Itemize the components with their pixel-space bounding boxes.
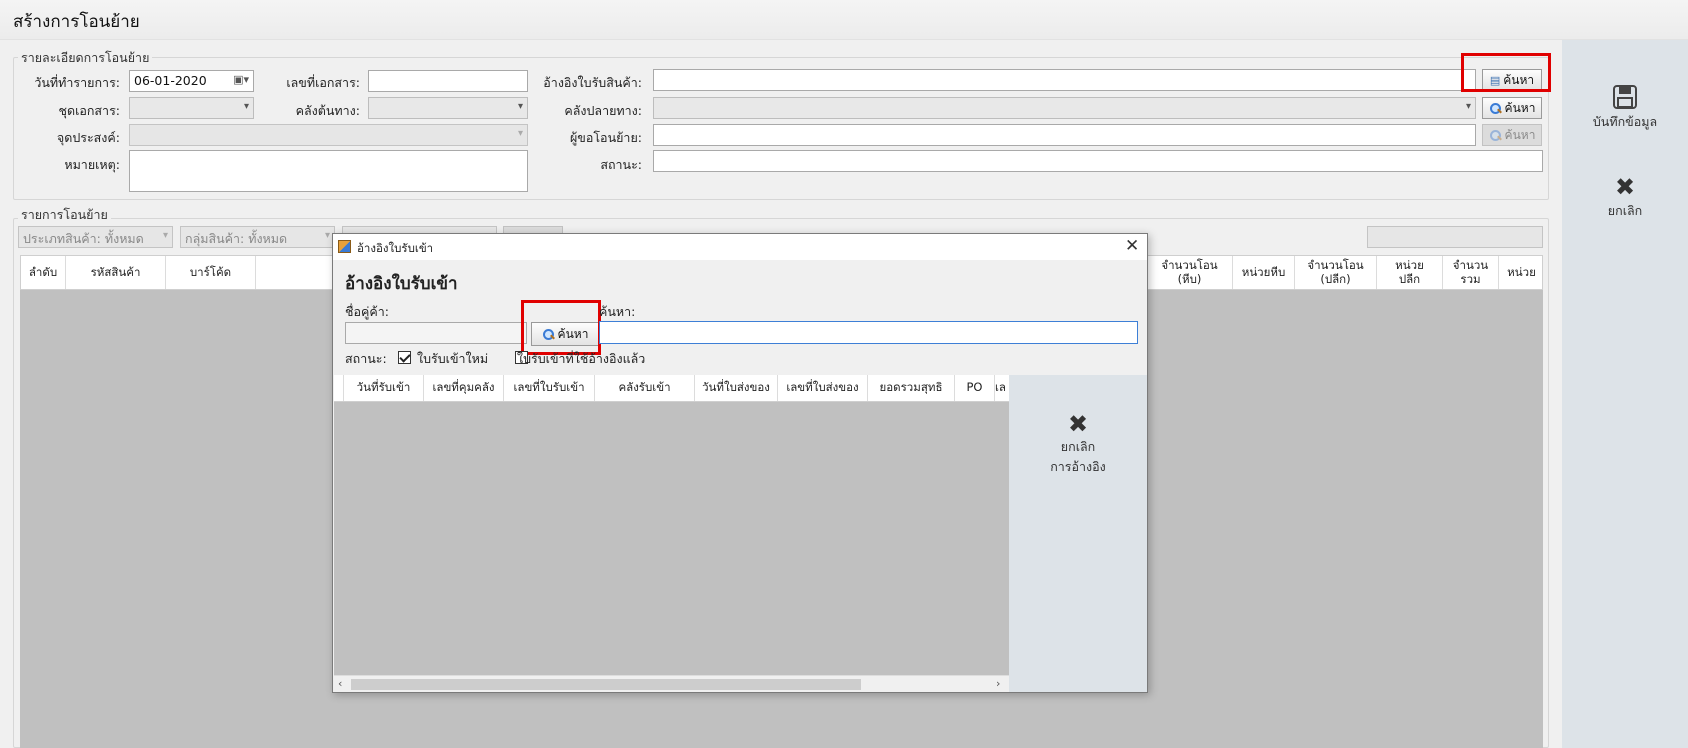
highlight-box bbox=[521, 300, 601, 355]
save-icon bbox=[1613, 85, 1637, 109]
dialog-action-panel: ✖ ยกเลิก การอ้างอิง bbox=[1009, 375, 1147, 692]
reference-dialog: อ้างอิงใบรับเข้า ✕ อ้างอิงใบรับเข้า ชื่อ… bbox=[332, 233, 1148, 693]
col-header[interactable]: จำนวนโอน (หีบ) bbox=[1147, 256, 1233, 289]
chevron-down-icon: ▾ bbox=[162, 230, 168, 241]
doc-no-label: เลขที่เอกสาร: bbox=[286, 75, 360, 90]
horizontal-scrollbar[interactable]: ‹ › bbox=[334, 675, 1009, 692]
col-header[interactable]: ยอดรวมสุทธิ bbox=[868, 375, 955, 401]
chevron-right-icon[interactable]: › bbox=[996, 677, 1000, 690]
dialog-window-title: อ้างอิงใบรับเข้า bbox=[357, 241, 434, 255]
col-header[interactable]: จำนวนโอน (ปลีก) bbox=[1295, 256, 1377, 289]
vendor-label: ชื่อคู่ค้า: bbox=[345, 304, 389, 319]
purpose-select: ▾ bbox=[129, 124, 528, 146]
status-used-label: ใบรับเข้าที่ใช้อ้างอิงแล้ว bbox=[517, 351, 646, 366]
status-label: สถานะ: bbox=[600, 157, 642, 172]
dialog-search-input[interactable] bbox=[599, 321, 1138, 344]
product-type-filter[interactable]: ประเภทสินค้า: ทั้งหมด ▾ bbox=[18, 226, 173, 248]
save-button[interactable]: บันทึกข้อมูล bbox=[1570, 84, 1680, 134]
requester-search-button: ค้นหา bbox=[1482, 124, 1542, 146]
save-label: บันทึกข้อมูล bbox=[1592, 114, 1658, 129]
doc-no-field[interactable] bbox=[368, 70, 528, 92]
col-header[interactable]: หน่วยหีบ bbox=[1233, 256, 1295, 289]
product-group-value: กลุ่มสินค้า: ทั้งหมด bbox=[185, 231, 288, 246]
status-new-label: ใบรับเข้าใหม่ bbox=[417, 351, 489, 366]
dialog-grid[interactable]: วันที่รับเข้า เลขที่คุมคลัง เลขที่ใบรับเ… bbox=[334, 375, 1009, 692]
col-header[interactable]: วันที่ใบส่งของ bbox=[695, 375, 778, 401]
col-header[interactable]: เลขที่ใบรับเข้า bbox=[504, 375, 595, 401]
search-icon bbox=[1489, 102, 1502, 115]
chevron-left-icon[interactable]: ‹ bbox=[338, 677, 342, 690]
scrollbar-thumb[interactable] bbox=[351, 679, 861, 690]
action-panel: บันทึกข้อมูล ✖ ยกเลิก bbox=[1562, 40, 1688, 748]
src-wh-select[interactable]: ▾ bbox=[368, 97, 528, 119]
purpose-label: จุดประสงค์: bbox=[56, 130, 120, 145]
date-label: วันที่ทำรายการ: bbox=[34, 75, 120, 90]
title-bar bbox=[0, 0, 1688, 40]
doc-set-label: ชุดเอกสาร: bbox=[58, 103, 120, 118]
vendor-field[interactable] bbox=[345, 322, 527, 344]
status-new-checkbox[interactable] bbox=[398, 351, 411, 364]
dialog-titlebar: อ้างอิงใบรับเข้า ✕ bbox=[333, 234, 1147, 260]
cancel-button[interactable]: ✖ ยกเลิก bbox=[1570, 173, 1680, 226]
requester-label: ผู้ขอโอนย้าย: bbox=[569, 130, 642, 145]
col-header[interactable]: จำนวนรวม bbox=[1443, 256, 1499, 289]
row-header bbox=[334, 375, 344, 401]
col-header[interactable]: วันที่รับเข้า bbox=[344, 375, 424, 401]
dst-wh-label: คลังปลายทาง: bbox=[564, 103, 642, 118]
status-field bbox=[653, 150, 1543, 172]
status-label: สถานะ: bbox=[345, 351, 387, 366]
items-right-input[interactable] bbox=[1367, 226, 1543, 248]
product-group-filter[interactable]: กลุ่มสินค้า: ทั้งหมด ▾ bbox=[180, 226, 335, 248]
requester-search-label: ค้นหา bbox=[1504, 127, 1536, 142]
date-value: 06-01-2020 bbox=[134, 73, 207, 88]
requester-field[interactable] bbox=[653, 124, 1476, 146]
col-header[interactable]: เล bbox=[995, 375, 1009, 401]
close-icon[interactable]: ✕ bbox=[1125, 236, 1139, 256]
col-header[interactable]: รหัสสินค้า bbox=[66, 256, 166, 289]
dst-search-button[interactable]: ค้นหา bbox=[1482, 97, 1542, 119]
col-header[interactable]: บาร์โค้ด bbox=[166, 256, 256, 289]
details-legend: รายละเอียดการโอนย้าย bbox=[18, 48, 153, 68]
cancel-ref-label-2: การอ้างอิง bbox=[1050, 459, 1106, 474]
ref-label: อ้างอิงใบรับสินค้า: bbox=[543, 75, 642, 90]
close-icon: ✖ bbox=[1614, 173, 1636, 201]
chevron-down-icon: ▾ bbox=[324, 230, 330, 241]
doc-set-select[interactable]: ▾ bbox=[129, 97, 254, 119]
calendar-icon: ▣▾ bbox=[233, 73, 249, 86]
dialog-grid-header: วันที่รับเข้า เลขที่คุมคลัง เลขที่ใบรับเ… bbox=[334, 375, 1009, 402]
col-header[interactable]: หน่วย ปลีก bbox=[1377, 256, 1443, 289]
col-header[interactable]: คลังรับเข้า bbox=[595, 375, 695, 401]
dst-search-label: ค้นหา bbox=[1504, 100, 1536, 115]
items-legend: รายการโอนย้าย bbox=[18, 205, 111, 225]
col-header[interactable]: ลำดับ bbox=[21, 256, 66, 289]
cancel-label: ยกเลิก bbox=[1607, 203, 1643, 218]
page-title: สร้างการโอนย้าย bbox=[13, 12, 140, 32]
col-header[interactable]: หน่วย bbox=[1499, 256, 1544, 289]
product-type-value: ประเภทสินค้า: ทั้งหมด bbox=[23, 231, 144, 246]
dst-wh-select[interactable]: ▾ bbox=[653, 97, 1476, 119]
chevron-down-icon: ▾ bbox=[1465, 101, 1471, 112]
app-icon bbox=[338, 240, 351, 253]
date-field[interactable]: 06-01-2020 ▣▾ bbox=[129, 70, 254, 92]
close-icon: ✖ bbox=[1067, 410, 1089, 438]
col-header[interactable]: PO bbox=[955, 375, 995, 401]
search-label: ค้นหา: bbox=[599, 304, 636, 319]
note-label: หมายเหตุ: bbox=[64, 157, 120, 172]
dialog-heading: อ้างอิงใบรับเข้า bbox=[345, 274, 458, 294]
col-header[interactable]: เลขที่คุมคลัง bbox=[424, 375, 504, 401]
cancel-reference-button[interactable]: ✖ ยกเลิก การอ้างอิง bbox=[1019, 410, 1137, 474]
src-wh-label: คลังต้นทาง: bbox=[295, 103, 360, 118]
col-header[interactable]: เลขที่ใบส่งของ bbox=[778, 375, 868, 401]
highlight-box bbox=[1461, 53, 1551, 92]
search-icon bbox=[1489, 129, 1502, 142]
chevron-down-icon: ▾ bbox=[243, 101, 249, 112]
cancel-ref-label-1: ยกเลิก bbox=[1060, 439, 1096, 454]
note-textarea[interactable] bbox=[129, 150, 528, 192]
ref-field[interactable] bbox=[653, 69, 1476, 91]
